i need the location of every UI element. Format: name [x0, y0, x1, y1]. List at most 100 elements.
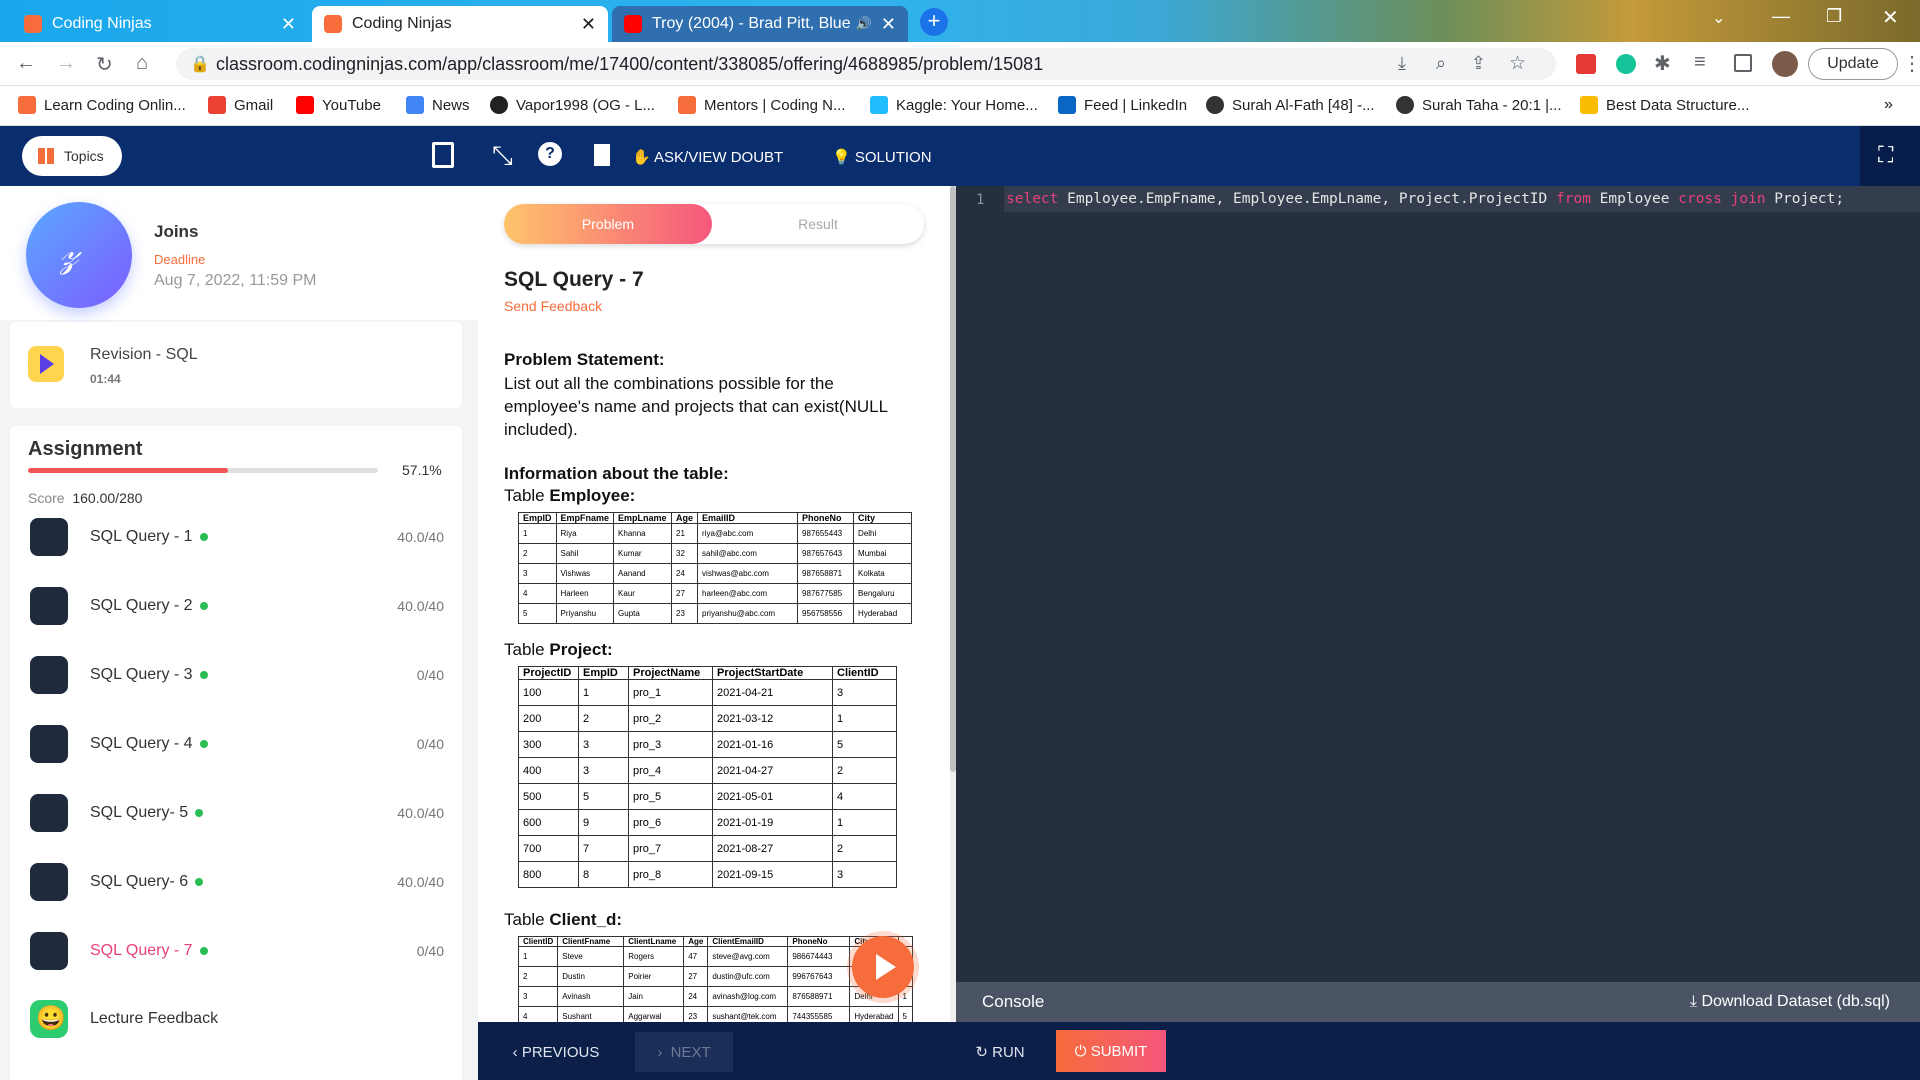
restore-icon[interactable]: ❐: [1826, 6, 1842, 27]
table-cell: 21: [671, 523, 699, 544]
sidebar: 𝓏 Joins Deadline Aug 7, 2022, 11:59 PM R…: [0, 186, 478, 1080]
minimize-icon[interactable]: —: [1772, 6, 1790, 27]
table-row: 100 1 pro_1 2021-04-21 3: [518, 679, 897, 706]
home-icon[interactable]: ⌂: [136, 52, 148, 75]
table-row: 3 Vishwas Aanand 24 vishwas@abc.com 987658871…: [518, 563, 913, 584]
browser-tab-1[interactable]: Coding Ninjas ✕: [12, 6, 308, 42]
coding-ninjas-icon: [324, 15, 342, 33]
chevron-right-icon: ›: [657, 1043, 663, 1061]
bookmark-item[interactable]: Kaggle: Your Home...: [870, 96, 1038, 114]
download-dataset-button[interactable]: ⤓ Download Dataset (db.sql): [1690, 993, 1890, 1011]
help-icon[interactable]: ?: [538, 142, 562, 166]
extension-icon[interactable]: [1576, 54, 1596, 74]
reload-icon[interactable]: ↻: [96, 52, 113, 77]
tab-result[interactable]: Result: [712, 204, 924, 244]
table-cell: 27: [671, 583, 699, 604]
expand-icon[interactable]: ⤡: [492, 140, 513, 172]
url-field[interactable]: 🔒 classroom.codingninjas.com/app/classro…: [176, 48, 1556, 80]
speaker-icon[interactable]: 🔊: [856, 16, 872, 32]
avatar[interactable]: [1772, 51, 1798, 77]
bookmark-item[interactable]: News: [406, 96, 470, 114]
table-cell: Kaur: [613, 583, 673, 604]
bookmark-item[interactable]: Surah Taha - 20:1 |...: [1396, 96, 1562, 114]
media-icon[interactable]: ≡: [1694, 51, 1706, 74]
table-row: 400 3 pro_4 2021-04-27 2: [518, 757, 897, 784]
assignment-item[interactable]: SQL Query - 4 0/40: [30, 719, 450, 769]
bookmark-item[interactable]: YouTube: [296, 96, 381, 114]
assignment-item[interactable]: SQL Query - 1 40.0/40: [30, 512, 450, 562]
sql-keyword: cross join: [1678, 191, 1766, 207]
assignment-item[interactable]: SQL Query- 6 40.0/40: [30, 857, 450, 907]
close-tab-icon[interactable]: ✕: [281, 14, 296, 35]
run-button[interactable]: ↻ RUN: [965, 1032, 1035, 1072]
menu-icon[interactable]: ⋮: [1902, 51, 1920, 76]
next-button[interactable]: › NEXT: [635, 1032, 733, 1072]
tab-search-icon[interactable]: ⌄: [1712, 8, 1725, 28]
play-tutorial-button[interactable]: [852, 936, 914, 998]
bookmark-item[interactable]: Mentors | Coding N...: [678, 96, 845, 114]
github-icon: [490, 96, 508, 114]
console-toggle[interactable]: Console: [982, 992, 1044, 1012]
bookmark-item[interactable]: Gmail: [208, 96, 273, 114]
assignment-item[interactable]: SQL Query - 3 0/40: [30, 650, 450, 700]
table-cell: 3: [578, 731, 629, 758]
bookmark-icon[interactable]: [432, 142, 454, 168]
share-icon[interactable]: ⇪: [1471, 53, 1486, 74]
code-editor[interactable]: 1 select Employee.EmpFname, Employee.Emp…: [956, 186, 1920, 982]
bookmark-add-icon[interactable]: [594, 144, 610, 166]
completed-dot: [199, 740, 208, 748]
previous-button[interactable]: ‹ PREVIOUS: [506, 1032, 606, 1072]
table-header: ClientEmailID: [707, 936, 789, 947]
statement-text: List out all the combinations possible f…: [504, 374, 888, 439]
lecture-feedback-item[interactable]: 😀 Lecture Feedback: [30, 994, 450, 1044]
table-cell: Mumbai: [853, 543, 913, 564]
tab-problem[interactable]: Problem: [504, 204, 712, 244]
table-cell: 744355585: [787, 1006, 851, 1022]
topics-button[interactable]: Topics: [22, 136, 122, 176]
assignment-item[interactable]: SQL Query - 2 40.0/40: [30, 581, 450, 631]
progress-fill: [28, 468, 228, 473]
caption-name: Project:: [549, 640, 613, 659]
table-cell: 2: [832, 835, 897, 862]
assignment-item-active[interactable]: SQL Query - 7 0/40: [30, 926, 450, 976]
update-button[interactable]: Update: [1808, 48, 1898, 80]
bookmark-item[interactable]: Best Data Structure...: [1580, 96, 1749, 114]
forward-icon[interactable]: →: [56, 52, 76, 75]
install-icon[interactable]: ⤓: [1398, 53, 1406, 74]
code-line[interactable]: select Employee.EmpFname, Employee.EmpLn…: [1006, 191, 1844, 207]
send-feedback-link[interactable]: Send Feedback: [504, 298, 602, 314]
puzzle-icon[interactable]: ✱: [1654, 51, 1671, 76]
browser-tab-3[interactable]: Troy (2004) - Brad Pitt, Blue 🔊 ✕: [612, 6, 908, 42]
close-tab-icon[interactable]: ✕: [581, 14, 596, 35]
bookmark-item[interactable]: Vapor1998 (OG - L...: [490, 96, 655, 114]
side-panel-icon[interactable]: [1734, 54, 1752, 72]
assignment-item[interactable]: SQL Query- 5 40.0/40: [30, 788, 450, 838]
action-footer: ‹ PREVIOUS › NEXT ↻ RUN ⏻ SUBMIT: [478, 1022, 1920, 1080]
table-cell: 2: [578, 705, 629, 732]
revision-item[interactable]: Revision - SQL 01:44: [10, 322, 462, 408]
submit-button[interactable]: ⏻ SUBMIT: [1056, 1030, 1166, 1072]
close-tab-icon[interactable]: ✕: [881, 14, 896, 35]
window-close-icon[interactable]: ✕: [1882, 5, 1899, 30]
bookmark-label: Gmail: [234, 96, 274, 114]
ask-doubt-button[interactable]: ✋ ASK/VIEW DOUBT: [632, 148, 783, 166]
solution-button[interactable]: 💡 SOLUTION: [832, 148, 932, 166]
back-icon[interactable]: ←: [16, 52, 36, 75]
fullscreen-button[interactable]: ⛶: [1860, 126, 1920, 186]
tab-title: Coding Ninjas: [52, 15, 152, 32]
bulb-icon: 💡: [832, 149, 851, 166]
table-cell: 2021-03-12: [712, 705, 833, 732]
bookmark-item[interactable]: Feed | LinkedIn: [1058, 96, 1187, 114]
grammarly-icon[interactable]: [1616, 54, 1636, 74]
star-icon[interactable]: ☆: [1509, 52, 1526, 75]
table-cell: 987677585: [797, 583, 855, 604]
more-bookmarks-icon[interactable]: »: [1884, 96, 1893, 114]
bookmark-item[interactable]: Surah Al-Fath [48] -...: [1206, 96, 1375, 114]
table-cell: Poirier: [623, 966, 685, 987]
new-tab-button[interactable]: +: [920, 8, 948, 36]
item-label: SQL Query- 6: [90, 873, 189, 890]
zoom-icon[interactable]: ⌕: [1436, 53, 1446, 74]
project-table-caption: Table Project:: [504, 640, 613, 660]
browser-tab-2[interactable]: Coding Ninjas ✕: [312, 6, 608, 42]
bookmark-item[interactable]: Learn Coding Onlin...: [18, 96, 186, 114]
